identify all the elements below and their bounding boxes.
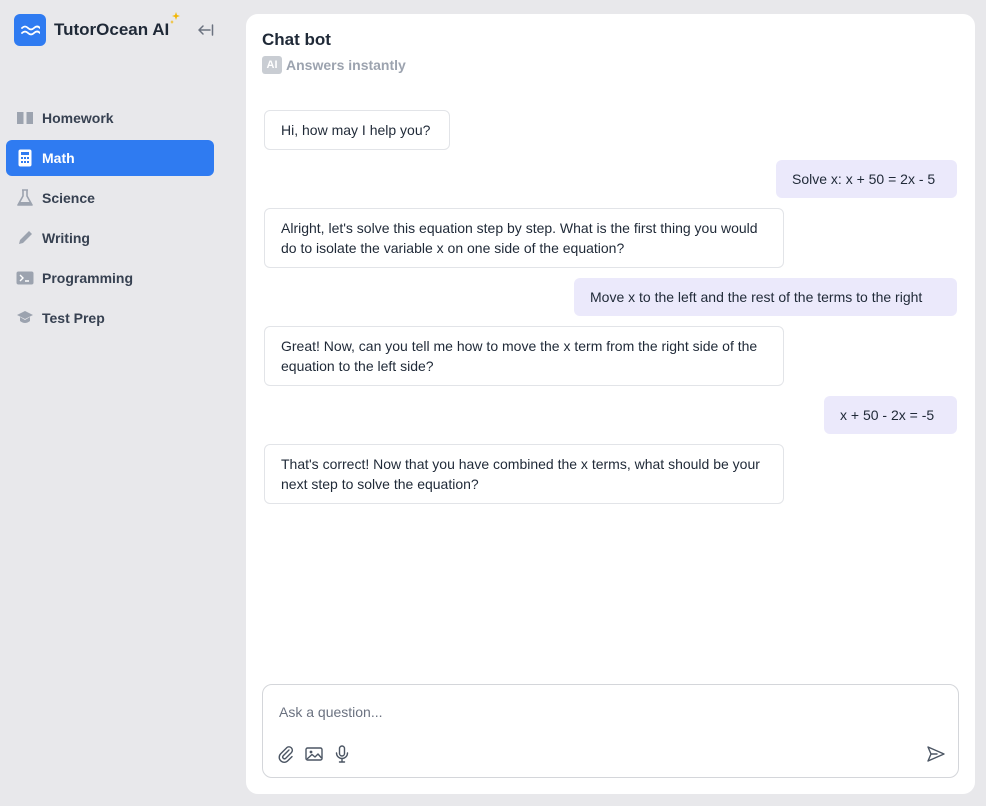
sidebar-item-test-prep[interactable]: Test Prep (6, 300, 214, 336)
sidebar-item-homework[interactable]: Homework (6, 100, 214, 136)
subject-nav: Homework Math Science Writing Programmin… (6, 100, 214, 340)
sidebar-item-science[interactable]: Science (6, 180, 214, 216)
sidebar-item-label: Science (42, 190, 95, 206)
sidebar-item-label: Writing (42, 230, 90, 246)
send-button[interactable] (925, 743, 947, 765)
chat-panel: Chat bot AI Answers instantly Hi, how ma… (246, 14, 975, 794)
sidebar-item-math[interactable]: Math (6, 140, 214, 176)
sidebar-item-label: Programming (42, 270, 134, 286)
attach-button[interactable] (275, 743, 297, 765)
calculator-icon (16, 149, 34, 167)
book-icon (16, 109, 34, 127)
terminal-icon (16, 269, 34, 287)
collapse-sidebar-button[interactable] (194, 20, 216, 40)
bot-message: Great! Now, can you tell me how to move … (264, 326, 784, 386)
sidebar-item-writing[interactable]: Writing (6, 220, 214, 256)
image-icon (305, 747, 323, 761)
microphone-icon (335, 745, 349, 763)
sidebar-item-label: Homework (42, 110, 114, 126)
chat-subtitle: AI Answers instantly (262, 56, 406, 74)
ai-badge: AI (262, 56, 282, 74)
user-message: x + 50 - 2x = -5 (824, 396, 957, 434)
user-message: Move x to the left and the rest of the t… (574, 278, 957, 316)
sidebar: TutorOcean AI Homework Math Science Writ… (0, 0, 230, 806)
pencil-icon (16, 229, 34, 247)
bot-message: Hi, how may I help you? (264, 110, 450, 150)
send-icon (927, 746, 945, 762)
subtitle-text: Answers instantly (286, 57, 406, 73)
bot-message: Alright, let's solve this equation step … (264, 208, 784, 268)
brand-name: TutorOcean AI (54, 12, 181, 40)
collapse-arrow-icon (198, 24, 214, 36)
wave-logo-icon (14, 14, 46, 46)
bot-message: That's correct! Now that you have combin… (264, 444, 784, 504)
sidebar-item-label: Math (42, 150, 75, 166)
brand: TutorOcean AI (14, 12, 218, 46)
message-composer (262, 684, 959, 778)
brand-name-text: TutorOcean AI (54, 20, 170, 39)
image-upload-button[interactable] (303, 743, 325, 765)
user-message: Solve x: x + 50 = 2x - 5 (776, 160, 957, 198)
voice-input-button[interactable] (331, 743, 353, 765)
question-input[interactable] (279, 701, 879, 723)
flask-icon (16, 189, 34, 207)
graduation-cap-icon (16, 309, 34, 327)
sidebar-item-label: Test Prep (42, 310, 105, 326)
paperclip-icon (278, 746, 294, 763)
page-title: Chat bot (262, 30, 331, 49)
sidebar-item-programming[interactable]: Programming (6, 260, 214, 296)
sparkle-icon (170, 12, 181, 24)
